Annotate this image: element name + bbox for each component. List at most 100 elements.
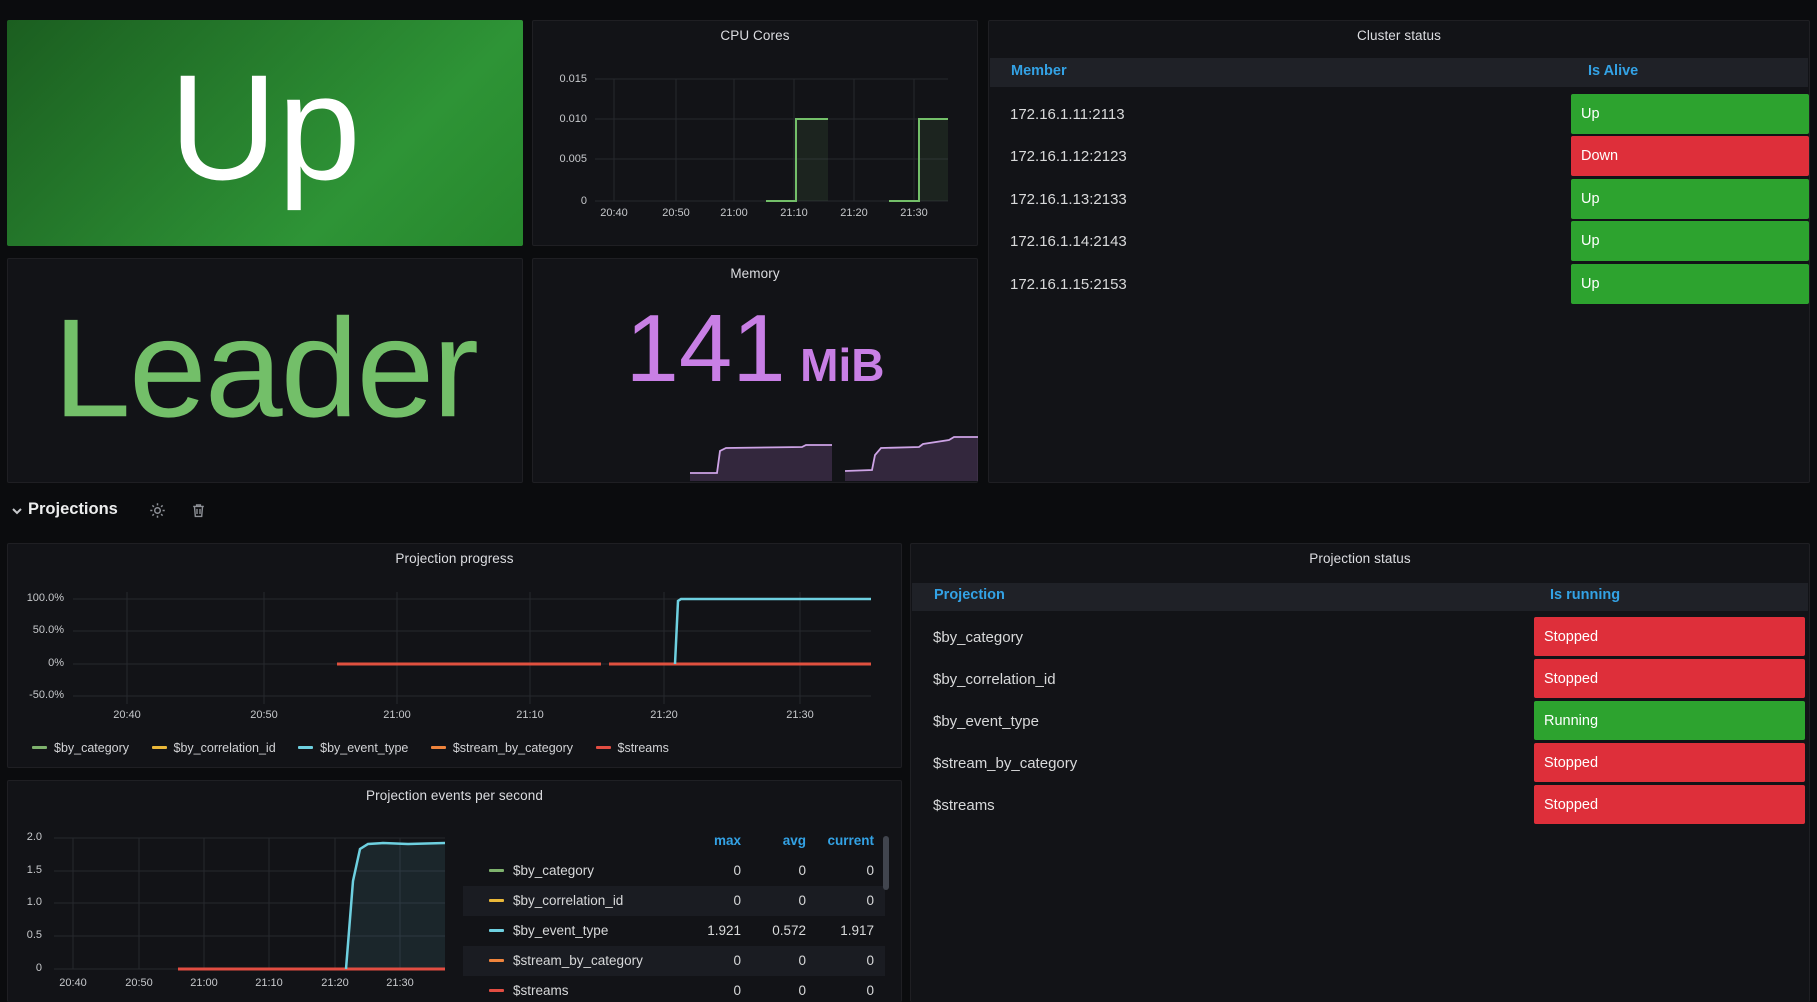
status-table-header: Projection Is running	[912, 583, 1808, 611]
series-color-dash	[596, 746, 611, 749]
projection-progress-panel: Projection progress 100.0% 50.0% 0% -50.…	[7, 543, 902, 768]
column-header-member[interactable]: Member	[1011, 63, 1067, 79]
current-value: 0	[804, 863, 874, 878]
is-running-badge: Stopped	[1534, 785, 1805, 824]
series-name[interactable]: $by_category	[513, 863, 594, 878]
events-xtick: 21:30	[378, 977, 422, 989]
current-value: 0	[804, 983, 874, 998]
column-header-projection[interactable]: Projection	[934, 587, 1005, 603]
max-value: 0	[671, 953, 741, 968]
cpu-ytick: 0.005	[533, 153, 587, 165]
legend-item[interactable]: $streams	[596, 741, 669, 755]
section-delete-button[interactable]	[190, 502, 207, 519]
legend-table-header: max avg current	[463, 829, 885, 855]
events-ytick: 1.5	[8, 864, 42, 876]
progress-xtick: 21:00	[375, 709, 419, 721]
cluster-row: 172.16.1.12:2123 Down	[989, 135, 1809, 177]
legend-label: $streams	[618, 741, 669, 755]
section-settings-button[interactable]	[149, 502, 166, 519]
memory-value-unit: MiB	[800, 339, 884, 391]
cpu-cores-panel: CPU Cores 0.015 0.010 0.005 0 20:40 20:5…	[532, 20, 978, 246]
cluster-row: 172.16.1.13:2133 Up	[989, 178, 1809, 220]
legend-table-row[interactable]: $by_correlation_id 0 0 0	[463, 886, 885, 916]
legend-item[interactable]: $by_category	[32, 741, 129, 755]
series-name[interactable]: $by_correlation_id	[513, 893, 623, 908]
events-ytick: 0	[8, 962, 42, 974]
series-name[interactable]: $by_event_type	[513, 923, 608, 938]
progress-xtick: 21:30	[778, 709, 822, 721]
series-color-dash	[489, 959, 504, 962]
max-value: 1.921	[671, 923, 741, 938]
memory-panel: Memory 141 MiB	[532, 258, 978, 483]
column-header-avg[interactable]: avg	[783, 833, 806, 848]
current-value: 0	[804, 893, 874, 908]
leader-stat-panel: Leader	[7, 258, 523, 483]
events-legend-table: max avg current $by_category 0 0 0 $by_c…	[463, 829, 885, 1002]
events-xtick: 21:00	[182, 977, 226, 989]
series-name[interactable]: $stream_by_category	[513, 953, 643, 968]
cpu-ytick: 0	[533, 195, 587, 207]
projection-status-title[interactable]: Projection status	[911, 551, 1809, 566]
events-ytick: 1.0	[8, 896, 42, 908]
status-row: $by_category Stopped	[911, 617, 1809, 659]
column-header-current[interactable]: current	[827, 833, 874, 848]
cpu-xtick: 20:50	[654, 207, 698, 219]
series-color-dash	[489, 899, 504, 902]
max-value: 0	[671, 893, 741, 908]
progress-xtick: 20:40	[105, 709, 149, 721]
column-header-is-alive[interactable]: Is Alive	[1588, 63, 1638, 79]
legend-table-row[interactable]: $streams 0 0 0	[463, 976, 885, 1002]
events-xtick: 21:10	[247, 977, 291, 989]
cluster-status-panel-title[interactable]: Cluster status	[989, 28, 1809, 43]
events-xtick: 20:50	[117, 977, 161, 989]
status-row: $by_event_type Running	[911, 701, 1809, 743]
section-title[interactable]: Projections	[28, 500, 118, 519]
events-ytick: 2.0	[8, 831, 42, 843]
legend-label: $by_category	[54, 741, 129, 755]
memory-panel-title[interactable]: Memory	[533, 266, 977, 281]
memory-stat-value: 141 MiB	[533, 301, 977, 397]
series-color-dash	[489, 869, 504, 872]
legend-item[interactable]: $by_correlation_id	[152, 741, 276, 755]
memory-value-number: 141	[626, 295, 786, 402]
is-alive-badge: Up	[1571, 179, 1809, 219]
projection-cell: $by_correlation_id	[933, 671, 1056, 688]
legend-table-row[interactable]: $stream_by_category 0 0 0	[463, 946, 885, 976]
progress-xtick: 20:50	[242, 709, 286, 721]
chevron-down-icon[interactable]	[10, 504, 24, 518]
is-alive-badge: Up	[1571, 94, 1809, 134]
is-alive-badge: Up	[1571, 264, 1809, 304]
projection-cell: $by_category	[933, 629, 1023, 646]
memory-sparkline	[534, 435, 978, 481]
legend-label: $by_correlation_id	[174, 741, 276, 755]
events-xtick: 21:20	[313, 977, 357, 989]
cpu-xtick: 21:00	[712, 207, 756, 219]
is-running-badge: Stopped	[1534, 659, 1805, 698]
legend-table-row[interactable]: $by_event_type 1.921 0.572 1.917	[463, 916, 885, 946]
progress-xtick: 21:20	[642, 709, 686, 721]
legend-item[interactable]: $stream_by_category	[431, 741, 573, 755]
member-cell: 172.16.1.14:2143	[1010, 233, 1127, 250]
member-cell: 172.16.1.11:2113	[1010, 106, 1125, 123]
series-color-dash	[489, 929, 504, 932]
column-header-is-running[interactable]: Is running	[1550, 587, 1620, 603]
legend-scrollbar[interactable]	[883, 836, 889, 890]
progress-xtick: 21:10	[508, 709, 552, 721]
legend-table-row[interactable]: $by_category 0 0 0	[463, 856, 885, 886]
projection-cell: $stream_by_category	[933, 755, 1077, 772]
avg-value: 0	[736, 863, 806, 878]
cluster-row: 172.16.1.15:2153 Up	[989, 263, 1809, 305]
column-header-max[interactable]: max	[714, 833, 741, 848]
legend-item[interactable]: $by_event_type	[298, 741, 408, 755]
grafana-dashboard: Up CPU Cores 0.015 0.010 0.005 0 20:40 2…	[0, 0, 1817, 1002]
cluster-row: 172.16.1.11:2113 Up	[989, 93, 1809, 135]
projections-section-header[interactable]: Projections	[7, 493, 902, 529]
cpu-ytick: 0.010	[533, 113, 587, 125]
cluster-table-header: Member Is Alive	[990, 58, 1808, 87]
progress-ytick: 50.0%	[8, 624, 64, 636]
avg-value: 0.572	[736, 923, 806, 938]
projection-cell: $by_event_type	[933, 713, 1039, 730]
series-color-dash	[431, 746, 446, 749]
series-name[interactable]: $streams	[513, 983, 569, 998]
progress-ytick: 100.0%	[8, 592, 64, 604]
